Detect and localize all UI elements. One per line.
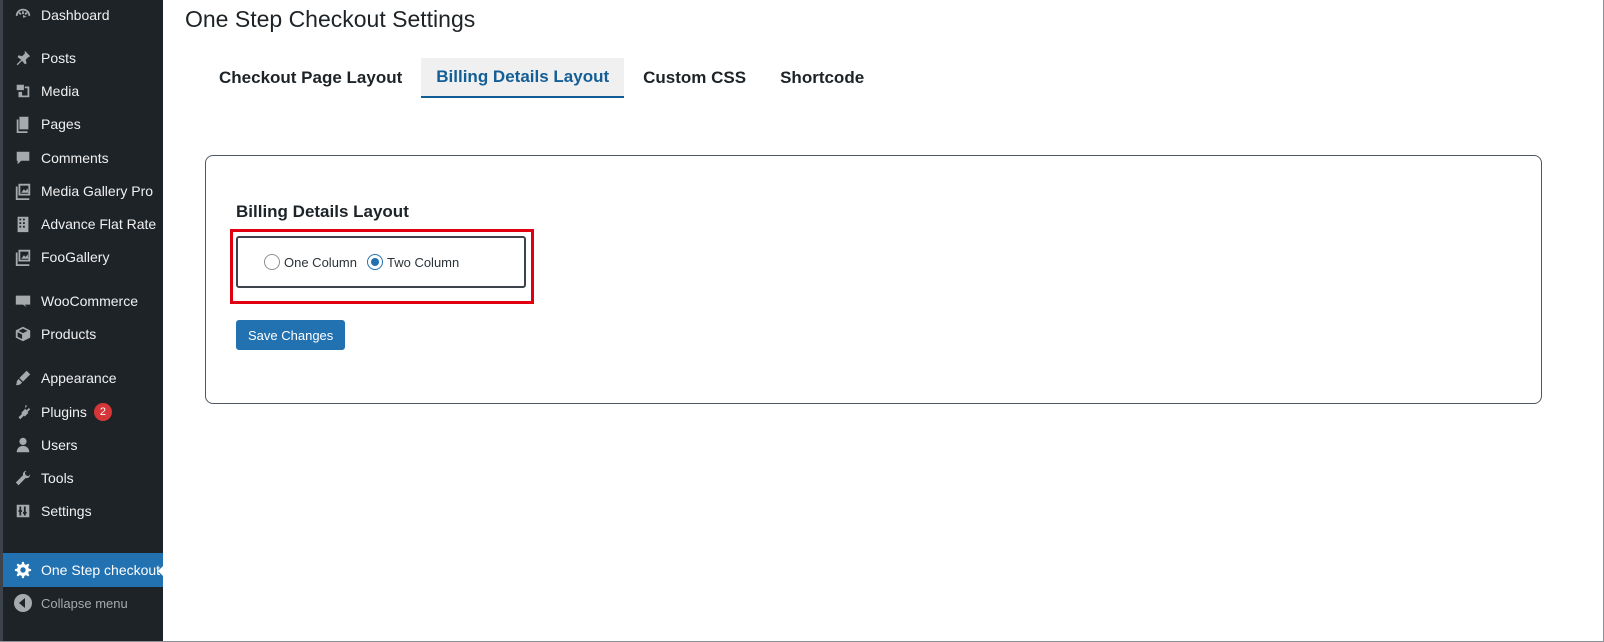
gallery-icon xyxy=(13,247,33,267)
pin-icon xyxy=(13,48,33,68)
settings-tabs: Checkout Page Layout Billing Details Lay… xyxy=(204,58,879,98)
sidebar-item-tools[interactable]: Tools xyxy=(3,461,163,495)
sidebar-item-settings[interactable]: Settings xyxy=(3,494,163,528)
sidebar-item-label: Tools xyxy=(41,470,74,486)
collapse-icon xyxy=(13,593,33,613)
two-column-radio[interactable] xyxy=(366,254,383,270)
sidebar-item-label: Settings xyxy=(41,503,92,519)
gallery-icon xyxy=(13,181,33,201)
tab-custom-css[interactable]: Custom CSS xyxy=(628,58,761,98)
section-title: Billing Details Layout xyxy=(236,202,409,221)
user-icon xyxy=(13,435,33,455)
sidebar-item-label: Products xyxy=(41,326,97,342)
one-column-radio[interactable] xyxy=(264,254,280,270)
sidebar-item-users[interactable]: Users xyxy=(3,428,163,462)
tab-billing-details-layout[interactable]: Billing Details Layout xyxy=(421,58,625,98)
page-title: One Step Checkout Settings xyxy=(185,6,476,32)
update-count-badge: 2 xyxy=(93,403,112,421)
sidebar-item-label: Dashboard xyxy=(41,7,110,23)
one-column-option[interactable]: One Column xyxy=(264,254,357,270)
media-icon xyxy=(13,81,33,101)
sidebar-item-pages[interactable]: Pages xyxy=(3,107,163,141)
sidebar-item-label: Plugins xyxy=(41,404,87,420)
sidebar-item-woocommerce[interactable]: WooCommerce xyxy=(3,284,163,318)
sidebar-item-label: Media Gallery Pro xyxy=(41,183,154,199)
sidebar-item-appearance[interactable]: Appearance xyxy=(3,361,163,395)
settings-panel: Billing Details Layout One Column Two Co… xyxy=(205,155,1542,404)
two-column-label: Two Column xyxy=(386,254,460,270)
sidebar-item-label: FooGallery xyxy=(41,249,110,265)
admin-sidebar: Dashboard Posts Media Pages Comments Med… xyxy=(0,0,166,641)
sidebar-item-media-gallery-pro[interactable]: Media Gallery Pro xyxy=(3,174,163,208)
sidebar-item-label: Appearance xyxy=(41,370,117,386)
sidebar-item-label: Users xyxy=(41,437,78,453)
sliders-icon xyxy=(13,501,33,521)
sidebar-item-dashboard[interactable]: Dashboard xyxy=(3,0,163,32)
layout-radio-group: One Column Two Column xyxy=(236,236,526,288)
brush-icon xyxy=(13,368,33,388)
sidebar-item-media[interactable]: Media xyxy=(3,74,163,108)
gear-icon xyxy=(13,560,33,580)
comment-icon xyxy=(13,148,33,168)
sidebar-item-products[interactable]: Products xyxy=(3,317,163,351)
collapse-menu-label: Collapse menu xyxy=(41,595,128,611)
building-icon xyxy=(13,214,33,234)
sidebar-item-advance-flat-rate[interactable]: Advance Flat Rate xyxy=(3,207,163,241)
collapse-menu-button[interactable]: Collapse menu xyxy=(3,586,163,620)
dashboard-icon xyxy=(13,5,33,25)
plug-icon xyxy=(13,402,33,422)
sidebar-item-label: Media xyxy=(41,83,80,99)
sidebar-item-one-step-checkout[interactable]: One Step checkout xyxy=(3,553,166,587)
sidebar-item-comments[interactable]: Comments xyxy=(3,141,163,175)
pages-icon xyxy=(13,114,33,134)
wrench-icon xyxy=(13,468,33,488)
woo-icon xyxy=(13,291,33,311)
sidebar-item-foogallery[interactable]: FooGallery xyxy=(3,240,163,274)
sidebar-item-label: One Step checkout xyxy=(41,562,161,578)
save-changes-button[interactable]: Save Changes xyxy=(236,320,346,350)
sidebar-item-label: Pages xyxy=(41,116,81,132)
one-column-label: One Column xyxy=(284,254,357,270)
wp-admin-screen: Dashboard Posts Media Pages Comments Med… xyxy=(0,0,1604,642)
box-icon xyxy=(13,324,33,344)
two-column-option[interactable]: Two Column xyxy=(366,254,460,270)
tab-checkout-page-layout[interactable]: Checkout Page Layout xyxy=(204,58,417,98)
sidebar-item-label: Posts xyxy=(41,50,77,66)
sidebar-item-label: Advance Flat Rate xyxy=(41,216,157,232)
tab-shortcode[interactable]: Shortcode xyxy=(765,58,879,98)
sidebar-item-plugins[interactable]: Plugins 2 xyxy=(3,395,163,429)
sidebar-item-label: Comments xyxy=(41,150,109,166)
sidebar-item-posts[interactable]: Posts xyxy=(3,41,163,75)
sidebar-item-label: WooCommerce xyxy=(41,293,138,309)
